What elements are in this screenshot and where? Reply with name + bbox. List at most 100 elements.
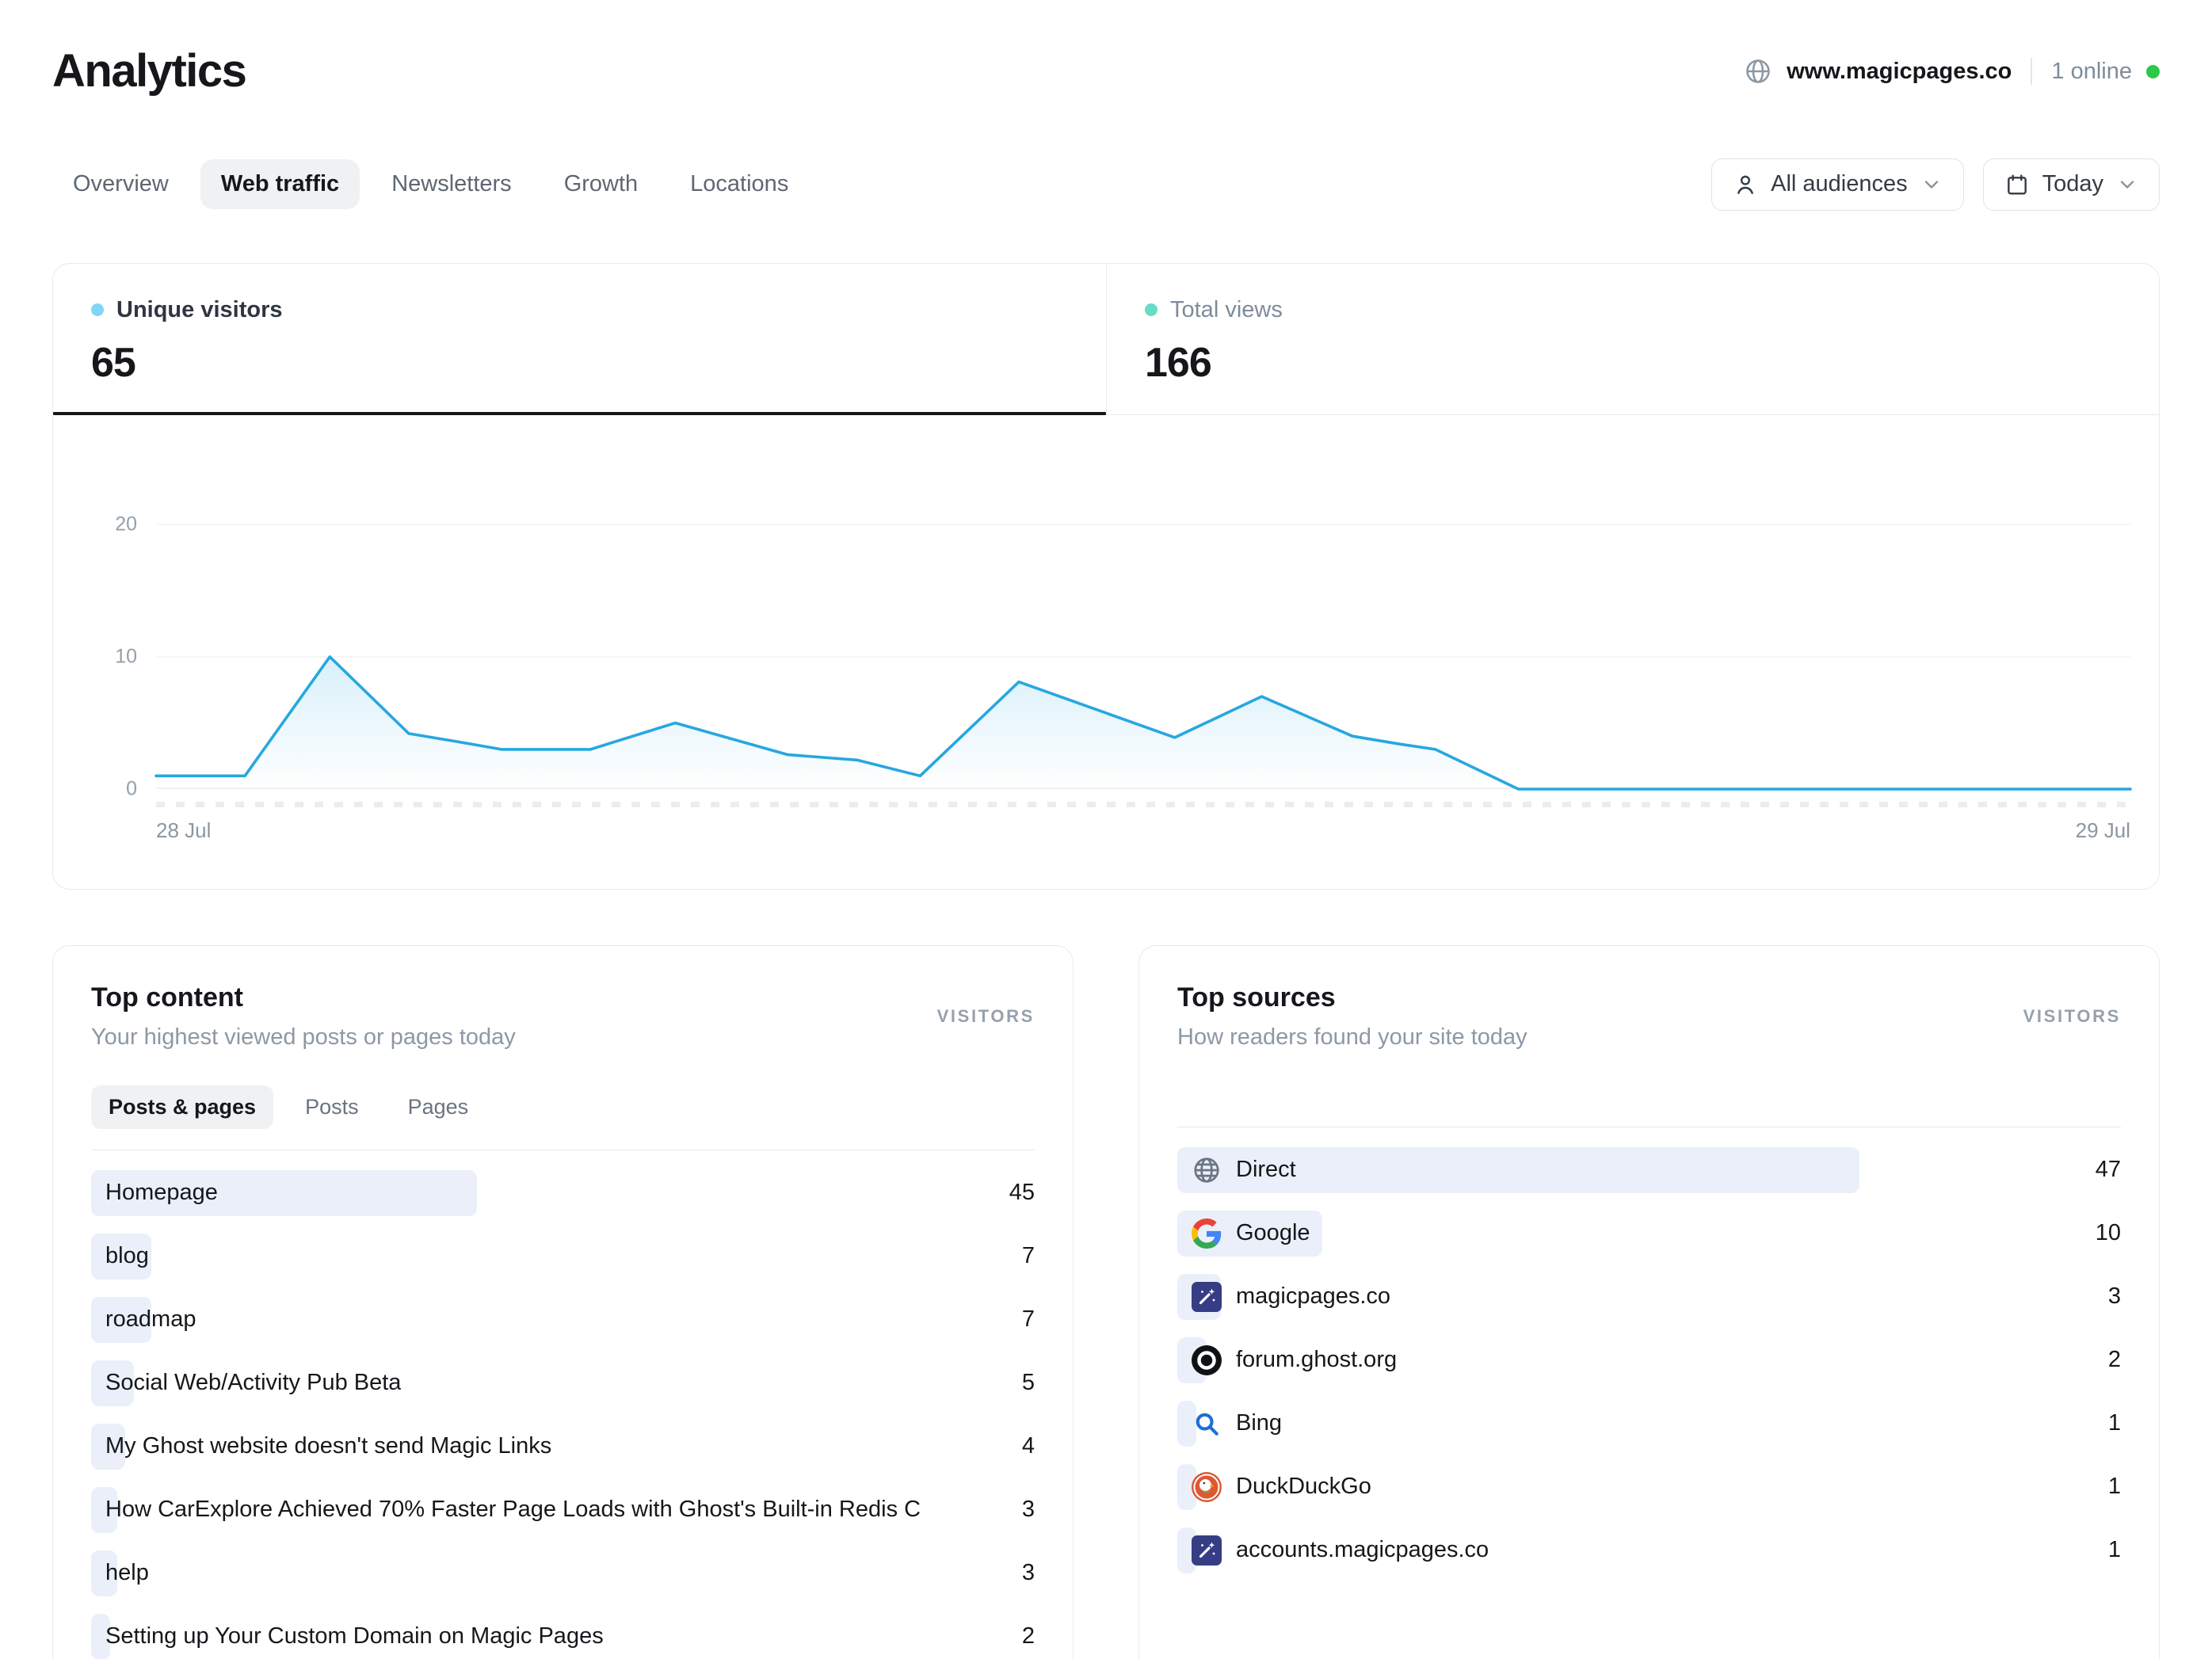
source-row[interactable]: Bing 1 <box>1177 1392 2121 1455</box>
row-label: magicpages.co <box>1236 1283 1390 1310</box>
duckduckgo-icon <box>1192 1472 1222 1502</box>
source-row[interactable]: Direct 47 <box>1177 1138 2121 1202</box>
divider <box>2031 58 2032 85</box>
globe-icon <box>1192 1155 1222 1185</box>
card-subtitle: How readers found your site today <box>1177 1024 1527 1051</box>
content-tab-posts-pages[interactable]: Posts & pages <box>91 1085 273 1129</box>
source-row[interactable]: accounts.magicpages.co 1 <box>1177 1519 2121 1582</box>
source-row[interactable]: magicpages.co 3 <box>1177 1265 2121 1329</box>
kpi-tab-unique-visitors[interactable]: Unique visitors 65 <box>53 264 1106 415</box>
google-icon <box>1192 1219 1222 1249</box>
person-icon <box>1733 172 1758 197</box>
row-visitors-value: 1 <box>2108 1537 2121 1563</box>
content-row[interactable]: Setting up Your Custom Domain on Magic P… <box>91 1605 1035 1659</box>
visitors-column-header: VISITORS <box>937 1006 1035 1027</box>
bing-icon <box>1192 1409 1222 1439</box>
x-axis-ticks <box>156 802 2130 807</box>
top-content-header: Top content Your highest viewed posts or… <box>91 982 1035 1051</box>
row-label: Direct <box>1236 1157 1296 1183</box>
row-label: Setting up Your Custom Domain on Magic P… <box>105 1623 604 1649</box>
x-axis-label-end: 29 Jul <box>2076 818 2130 843</box>
tab-growth[interactable]: Growth <box>543 159 658 209</box>
content-row[interactable]: How CarExplore Achieved 70% Faster Page … <box>91 1478 1035 1542</box>
web-traffic-card: Unique visitors 65 Total views 166 <box>52 263 2160 890</box>
row-label: Google <box>1236 1220 1310 1246</box>
unique-visitors-dot <box>91 303 104 316</box>
kpi-label: Total views <box>1170 297 1283 323</box>
y-axis-tick-label: 10 <box>66 646 137 666</box>
row-visitors-value: 1 <box>2108 1410 2121 1436</box>
site-domain-link[interactable]: www.magicpages.co <box>1787 59 2012 85</box>
x-axis-label-start: 28 Jul <box>156 818 211 843</box>
x-axis-labels: 28 Jul 29 Jul <box>156 818 2130 843</box>
chevron-down-icon <box>2116 174 2138 196</box>
filters: All audiences Today <box>1711 158 2160 211</box>
date-range-button[interactable]: Today <box>1983 158 2160 211</box>
row-label: blog <box>105 1243 149 1269</box>
card-title: Top sources <box>1177 982 1527 1013</box>
card-title: Top content <box>91 982 516 1013</box>
row-visitors-value: 4 <box>1022 1433 1035 1459</box>
magicpages-icon <box>1192 1282 1222 1312</box>
online-status-dot <box>2146 65 2160 78</box>
top-content-list: Homepage45blog7roadmap7Social Web/Activi… <box>91 1161 1035 1659</box>
row-visitors-value: 2 <box>2108 1347 2121 1373</box>
top-content-card: Top content Your highest viewed posts or… <box>52 945 1074 1659</box>
audience-filter-label: All audiences <box>1771 171 1908 197</box>
y-axis-tick-label: 0 <box>66 779 137 799</box>
tab-newsletters[interactable]: Newsletters <box>371 159 532 209</box>
magicpages-icon <box>1192 1535 1222 1566</box>
audience-filter-button[interactable]: All audiences <box>1711 158 1964 211</box>
ghost-forum-icon <box>1192 1345 1222 1375</box>
row-visitors-value: 47 <box>2096 1157 2121 1183</box>
row-label: Homepage <box>105 1180 218 1206</box>
row-label: roadmap <box>105 1306 196 1333</box>
page-title: Analytics <box>52 46 246 97</box>
kpi-tab-total-views[interactable]: Total views 166 <box>1106 264 2159 415</box>
content-tab-posts[interactable]: Posts <box>288 1085 376 1129</box>
source-row[interactable]: Google 10 <box>1177 1202 2121 1265</box>
visitors-area-chart: 0 10 20 28 Jul 29 Jul <box>53 415 2159 889</box>
content-tab-pages[interactable]: Pages <box>391 1085 486 1129</box>
content-row[interactable]: Social Web/Activity Pub Beta 5 <box>91 1352 1035 1415</box>
content-type-tabs: Posts & pages Posts Pages <box>91 1085 1035 1129</box>
row-label: My Ghost website doesn't send Magic Link… <box>105 1433 551 1459</box>
tab-locations[interactable]: Locations <box>669 159 809 209</box>
tab-web-traffic[interactable]: Web traffic <box>200 159 360 209</box>
content-row[interactable]: roadmap 7 <box>91 1288 1035 1352</box>
analytics-page: Analytics www.magicpages.co 1 online Ove… <box>0 0 2212 1659</box>
row-label: Bing <box>1236 1410 1282 1436</box>
top-sources-list: Direct 47 Google 10 magicpages.co 3 forum.ghos… <box>1177 1138 2121 1582</box>
content-row[interactable]: Homepage45 <box>91 1161 1035 1225</box>
row-visitors-value: 3 <box>2108 1283 2121 1310</box>
row-visitors-value: 1 <box>2108 1474 2121 1500</box>
row-visitors-value: 3 <box>1022 1497 1035 1523</box>
content-row[interactable]: blog 7 <box>91 1225 1035 1288</box>
row-visitors-value: 7 <box>1022 1243 1035 1269</box>
calendar-icon <box>2004 172 2030 197</box>
source-row[interactable]: DuckDuckGo1 <box>1177 1455 2121 1519</box>
row-label: accounts.magicpages.co <box>1236 1537 1489 1563</box>
site-info: www.magicpages.co 1 online <box>1744 57 2160 86</box>
y-axis-tick-label: 20 <box>66 514 137 534</box>
row-label: help <box>105 1560 149 1586</box>
total-views-value: 166 <box>1145 339 2121 387</box>
row-label: How CarExplore Achieved 70% Faster Page … <box>105 1497 921 1523</box>
date-range-label: Today <box>2042 171 2103 197</box>
row-label: forum.ghost.org <box>1236 1347 1397 1373</box>
row-visitors-value: 7 <box>1022 1306 1035 1333</box>
header: Analytics www.magicpages.co 1 online <box>52 46 2160 97</box>
chart-series <box>156 466 2130 789</box>
tab-overview[interactable]: Overview <box>52 159 189 209</box>
row-visitors-value: 5 <box>1022 1370 1035 1396</box>
source-row[interactable]: forum.ghost.org 2 <box>1177 1329 2121 1392</box>
row-visitors-value: 2 <box>1022 1623 1035 1649</box>
kpi-label: Unique visitors <box>116 297 283 323</box>
row-label: Social Web/Activity Pub Beta <box>105 1370 401 1396</box>
visitors-column-header: VISITORS <box>2023 1006 2121 1027</box>
row-visitors-value: 10 <box>2096 1220 2121 1246</box>
content-row[interactable]: My Ghost website doesn't send Magic Link… <box>91 1415 1035 1478</box>
card-subtitle: Your highest viewed posts or pages today <box>91 1024 516 1051</box>
globe-icon <box>1744 57 1772 86</box>
content-row[interactable]: help3 <box>91 1542 1035 1605</box>
